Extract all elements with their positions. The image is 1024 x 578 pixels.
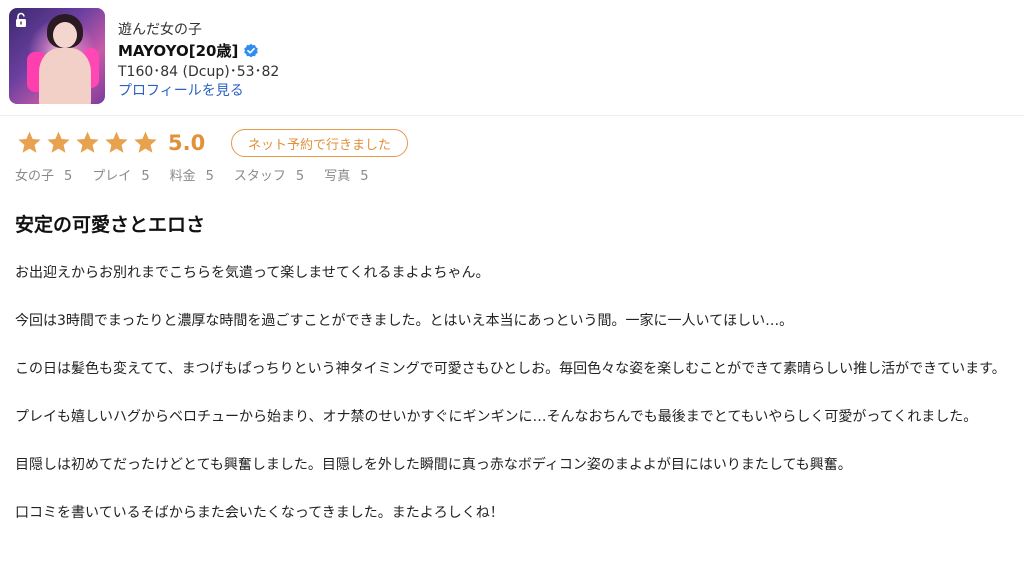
girl-stats: T160･84 (Dcup)･53･82 bbox=[118, 64, 280, 80]
subscore-label: 料金 bbox=[169, 169, 196, 184]
star-icon bbox=[134, 131, 157, 153]
star-icon bbox=[105, 131, 128, 153]
avatar-face bbox=[53, 22, 77, 48]
star-rating bbox=[15, 130, 160, 156]
subscore-label: スタッフ bbox=[233, 169, 286, 184]
star-icon bbox=[18, 131, 41, 153]
review-title: 安定の可愛さとエロさ bbox=[15, 214, 206, 236]
subscore-label: 写真 bbox=[324, 169, 351, 184]
visit-type-badge: ネット予約で行きました bbox=[231, 129, 409, 157]
review-paragraph: 口コミを書いているそばからまた会いたくなってきました。またよろしくね！ bbox=[15, 505, 504, 521]
subscore-value: 5 bbox=[205, 169, 214, 184]
star-icon bbox=[47, 131, 70, 153]
subscore-label: プレイ bbox=[92, 169, 132, 184]
girl-profile-header: 遊んだ女の子 MAYOYO[20歳] T160･84 (Dcup)･53･82 … bbox=[0, 0, 1024, 116]
subscore-value: 5 bbox=[295, 169, 305, 184]
unlock-icon bbox=[16, 12, 26, 27]
played-with-label: 遊んだ女の子 bbox=[118, 22, 202, 38]
girl-name-row: MAYOYO[20歳] bbox=[118, 40, 259, 61]
rating-score: 5.0 bbox=[168, 131, 206, 155]
subscores-row: 女の子 5 プレイ 5 料金 5 スタッフ 5 写真 5 bbox=[15, 165, 388, 184]
girl-name[interactable]: MAYOYO[20歳] bbox=[118, 40, 238, 61]
subscore-label: 女の子 bbox=[15, 169, 55, 184]
subscore-staff: スタッフ 5 bbox=[234, 165, 304, 184]
review-paragraph: お出迎えからお別れまでこちらを気遣って楽しませてくれるまよよちゃん。 bbox=[15, 265, 490, 281]
verified-badge-icon bbox=[244, 43, 259, 57]
star-icon bbox=[76, 131, 99, 153]
review-paragraph: この日は髪色も変えてて、まつげもぱっちりという神タイミングで可愛さもひとしお。毎… bbox=[15, 361, 1006, 377]
view-profile-link[interactable]: プロフィールを見る bbox=[118, 80, 244, 100]
subscore-play: プレイ 5 bbox=[92, 165, 149, 184]
review-paragraph: プレイも嬉しいハグからベロチューから始まり、オナ禁のせいかすぐにギンギンに…そん… bbox=[15, 409, 978, 425]
review-paragraph: 今回は3時間でまったりと濃厚な時間を過ごすことができました。とはいえ本当にあっと… bbox=[15, 313, 794, 329]
subscore-photo: 写真 5 bbox=[324, 165, 368, 184]
subscore-value: 5 bbox=[64, 169, 73, 184]
subscore-price: 料金 5 bbox=[170, 165, 214, 184]
girl-avatar[interactable] bbox=[9, 8, 105, 104]
rating-row: 5.0 ネット予約で行きました bbox=[15, 129, 409, 157]
review-body: お出迎えからお別れまでこちらを気遣って楽しませてくれるまよよちゃん。 今回は3時… bbox=[15, 262, 1020, 550]
avatar-figure bbox=[39, 48, 91, 104]
subscore-value: 5 bbox=[360, 169, 369, 184]
review-paragraph: 目隠しは初めてだったけどとても興奮しました。目隠しを外した瞬間に真っ赤なボディコ… bbox=[15, 457, 852, 473]
subscore-value: 5 bbox=[141, 169, 150, 184]
subscore-girl: 女の子 5 bbox=[15, 165, 72, 184]
